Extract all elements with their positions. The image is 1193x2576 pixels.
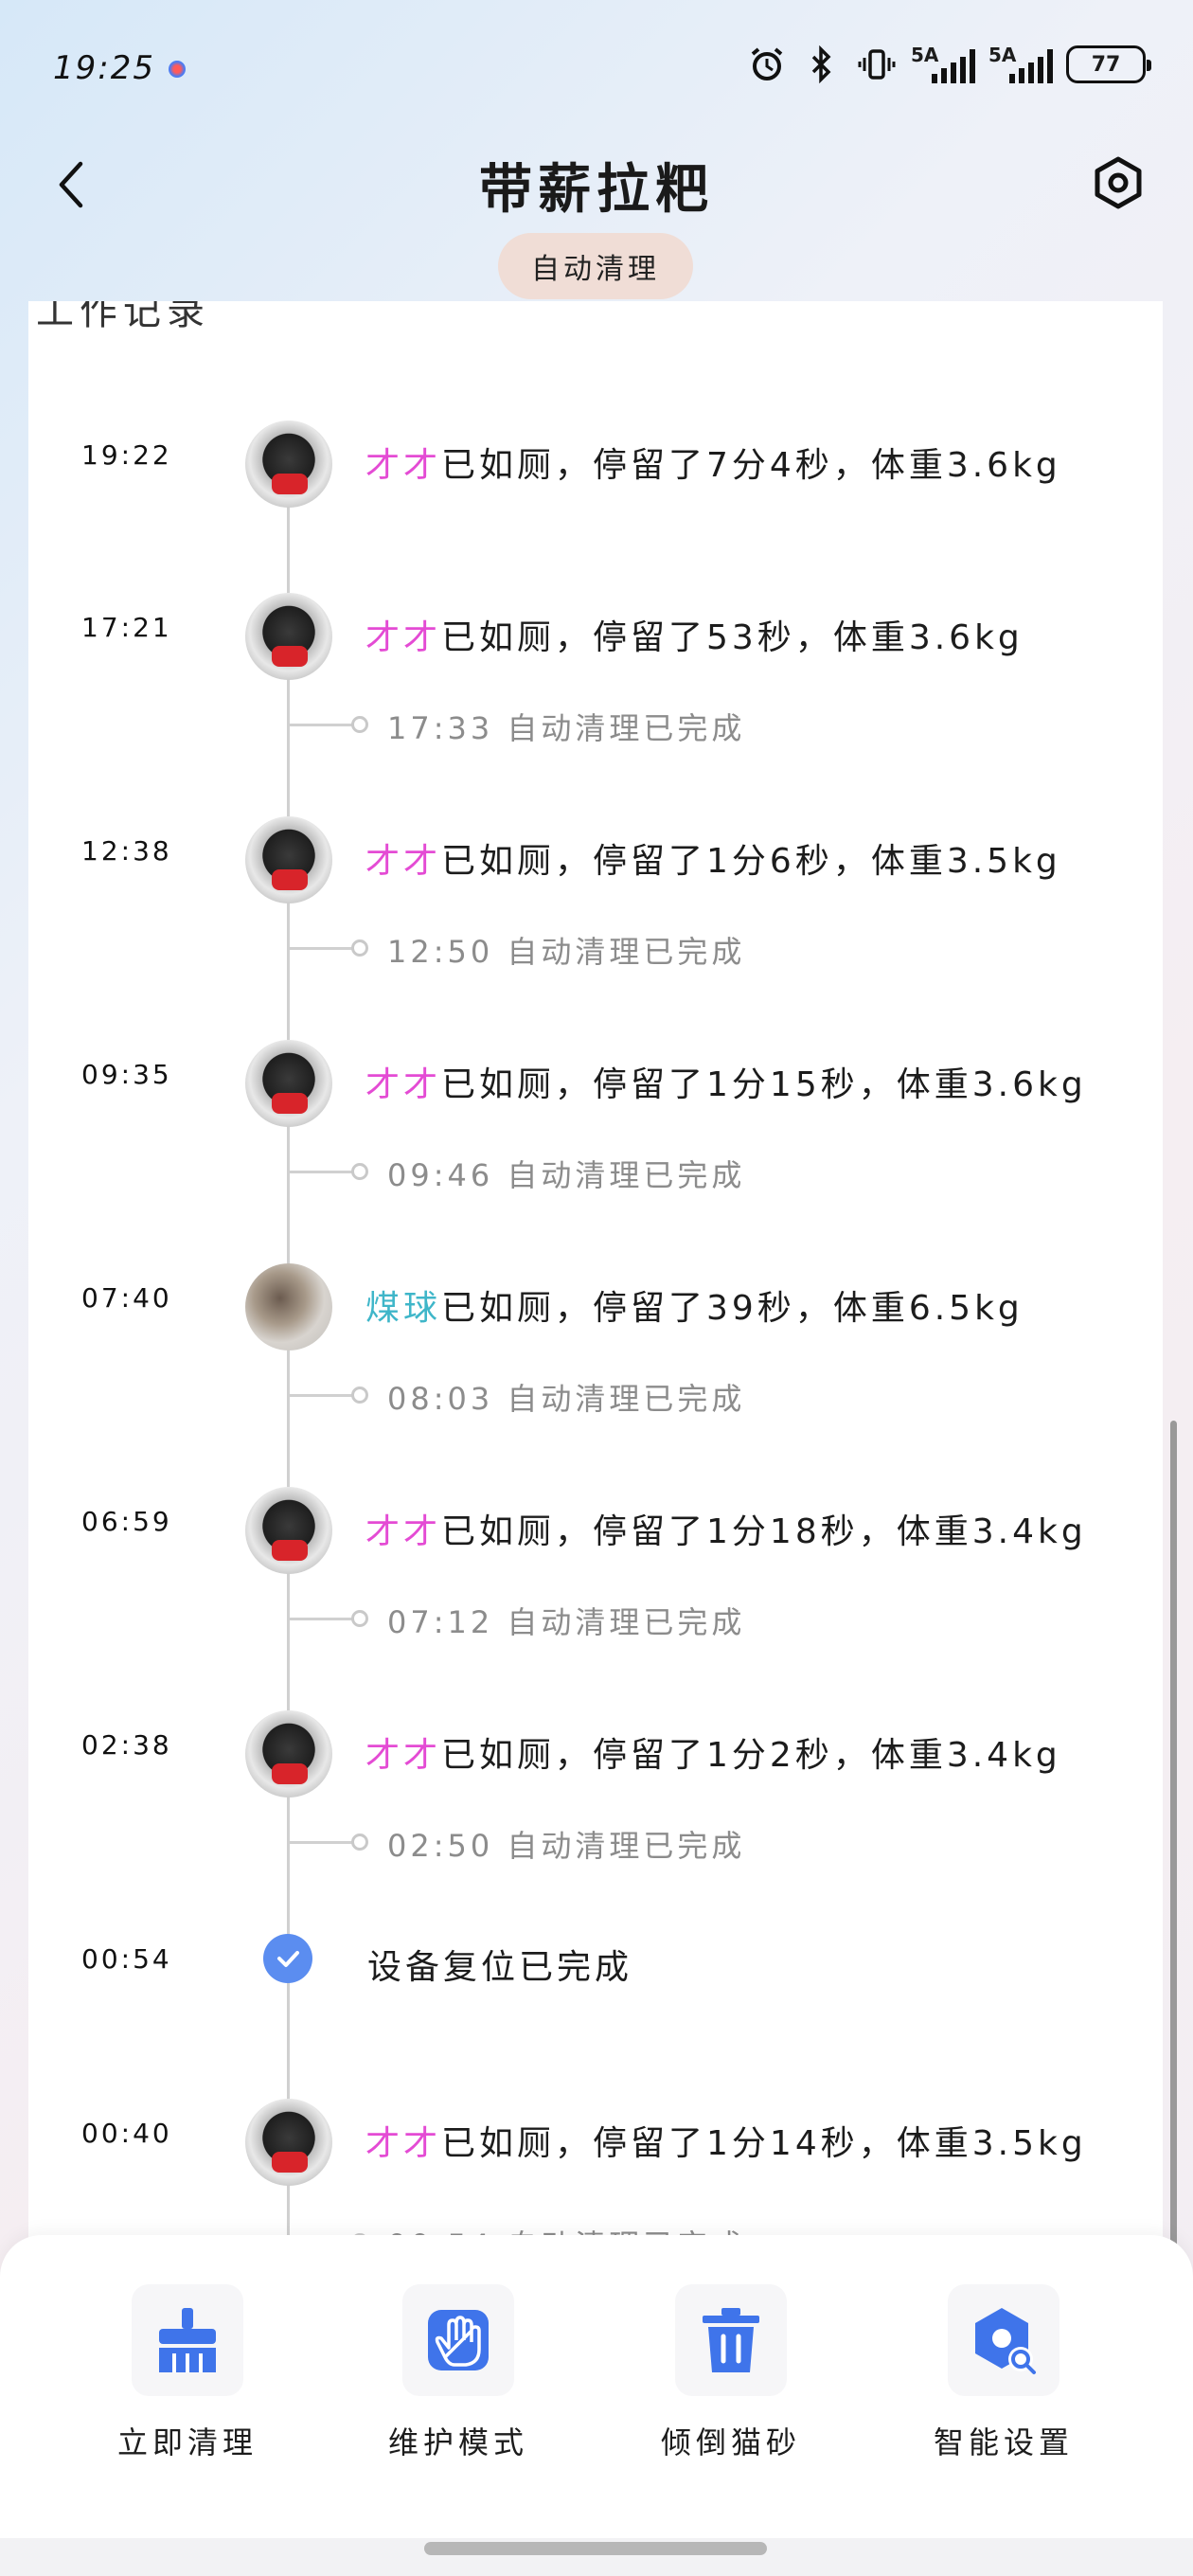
action-label: 立即清理 xyxy=(116,2424,258,2460)
signal-1-icon: 5A xyxy=(911,44,975,85)
cat-name[interactable]: 才才 xyxy=(365,618,441,657)
hand-icon xyxy=(402,2284,514,2396)
event-description: 已如厕，停留了1分18秒，体重3.4kg xyxy=(441,1512,1087,1551)
action-panel: 立即清理 维护模式 倾倒猫砂 智能设置 xyxy=(0,2235,1193,2576)
cat-name[interactable]: 才才 xyxy=(365,1512,441,1551)
timeline-line xyxy=(287,443,290,2290)
event-description: 已如厕，停留了1分6秒，体重3.5kg xyxy=(441,842,1061,881)
event-time: 00:54 xyxy=(81,1943,172,1975)
event-text: 才才已如厕，停留了53秒，体重3.6kg xyxy=(365,610,1024,659)
settings-button[interactable] xyxy=(1085,150,1151,216)
bluetooth-icon xyxy=(801,44,843,85)
empty-litter-button[interactable]: 倾倒猫砂 xyxy=(617,2284,845,2493)
event-time: 06:59 xyxy=(81,1506,172,1537)
event-text: 才才已如厕，停留了7分4秒，体重3.6kg xyxy=(365,438,1061,487)
event-time: 12:38 xyxy=(81,835,172,867)
hexagon-settings-icon xyxy=(1095,156,1142,209)
circle-icon xyxy=(351,1834,368,1851)
action-label: 维护模式 xyxy=(387,2424,528,2460)
event-time: 02:38 xyxy=(81,1729,172,1761)
event-time: 09:35 xyxy=(81,1059,172,1090)
event-text: 煤球已如厕，停留了39秒，体重6.5kg xyxy=(365,1280,1024,1330)
cat-avatar xyxy=(245,1040,332,1127)
event-time: 17:21 xyxy=(81,612,172,643)
page-title: 带薪拉粑 xyxy=(479,159,714,221)
clean-text: 12:50 自动清理已完成 xyxy=(387,934,746,970)
event-text: 才才已如厕，停留了1分15秒，体重3.6kg xyxy=(365,1057,1087,1106)
cat-avatar xyxy=(245,2099,332,2186)
status-time: 19:25 xyxy=(53,49,155,87)
circle-icon xyxy=(351,1163,368,1180)
cat-avatar xyxy=(245,816,332,903)
clean-text: 02:50 自动清理已完成 xyxy=(387,1828,746,1864)
alarm-icon xyxy=(746,44,788,85)
clean-text: 09:46 自动清理已完成 xyxy=(387,1157,746,1193)
home-indicator[interactable] xyxy=(424,2542,767,2555)
event-description: 已如厕，停留了1分2秒，体重3.4kg xyxy=(441,1736,1061,1775)
cat-avatar xyxy=(245,593,332,680)
cat-name[interactable]: 才才 xyxy=(365,446,441,485)
cat-name[interactable]: 煤球 xyxy=(365,1289,441,1328)
cat-name[interactable]: 才才 xyxy=(365,2124,441,2163)
smart-settings-icon xyxy=(948,2284,1059,2396)
smart-settings-button[interactable]: 智能设置 xyxy=(890,2284,1117,2493)
branch-line xyxy=(289,1394,353,1397)
cat-avatar xyxy=(245,1710,332,1798)
event-text: 才才已如厕，停留了1分2秒，体重3.4kg xyxy=(365,1727,1061,1777)
event-description: 已如厕，停留了7分4秒，体重3.6kg xyxy=(441,446,1061,485)
event-description: 已如厕，停留了1分15秒，体重3.6kg xyxy=(441,1065,1087,1104)
status-bar: 19:25 5A 5A 77 xyxy=(0,0,1193,142)
branch-line xyxy=(289,947,353,950)
event-time: 19:22 xyxy=(81,439,172,471)
notification-icon xyxy=(169,61,186,78)
clean-now-button[interactable]: 立即清理 xyxy=(74,2284,301,2493)
branch-line xyxy=(289,1171,353,1173)
broom-icon xyxy=(132,2284,243,2396)
event-text: 才才已如厕，停留了1分6秒，体重3.5kg xyxy=(365,833,1061,883)
branch-line xyxy=(289,1618,353,1620)
cat-avatar xyxy=(245,420,332,508)
maintenance-mode-button[interactable]: 维护模式 xyxy=(345,2284,572,2493)
action-label: 智能设置 xyxy=(933,2424,1074,2460)
battery-indicator: 77 xyxy=(1066,45,1151,83)
circle-icon xyxy=(351,939,368,957)
device-event-text: 设备复位已完成 xyxy=(367,1948,633,1987)
event-time: 00:40 xyxy=(81,2118,172,2149)
cat-name[interactable]: 才才 xyxy=(365,842,441,881)
circle-icon xyxy=(351,1386,368,1404)
section-title: 工作记录 xyxy=(36,301,210,333)
work-record-card: 工作记录 19:22 才才已如厕，停留了7分4秒，体重3.6kg 17:21 才… xyxy=(28,301,1163,2290)
branch-line xyxy=(289,1841,353,1844)
clean-text: 17:33 自动清理已完成 xyxy=(387,710,746,746)
event-description: 已如厕，停留了53秒，体重3.6kg xyxy=(441,618,1024,657)
event-text: 才才已如厕，停留了1分18秒，体重3.4kg xyxy=(365,1504,1087,1553)
branch-line xyxy=(289,724,353,726)
event-description: 已如厕，停留了1分14秒，体重3.5kg xyxy=(441,2124,1087,2163)
cat-avatar xyxy=(245,1487,332,1574)
event-time: 07:40 xyxy=(81,1282,172,1314)
vibrate-icon xyxy=(856,44,898,85)
status-icons: 5A 5A 77 xyxy=(746,44,1151,85)
circle-icon xyxy=(351,1610,368,1627)
event-description: 已如厕，停留了39秒，体重6.5kg xyxy=(441,1289,1024,1328)
cat-avatar xyxy=(245,1263,332,1351)
clean-text: 07:12 自动清理已完成 xyxy=(387,1604,746,1640)
cat-name[interactable]: 才才 xyxy=(365,1065,441,1104)
action-label: 倾倒猫砂 xyxy=(660,2424,801,2460)
event-text: 才才已如厕，停留了1分14秒，体重3.5kg xyxy=(365,2116,1087,2165)
clean-text: 08:03 自动清理已完成 xyxy=(387,1381,746,1417)
check-icon xyxy=(263,1934,312,1983)
trash-icon xyxy=(675,2284,787,2396)
signal-2-icon: 5A xyxy=(988,44,1053,85)
cat-name[interactable]: 才才 xyxy=(365,1736,441,1775)
auto-clean-tag[interactable]: 自动清理 xyxy=(498,233,693,299)
scrollbar[interactable] xyxy=(1170,1421,1177,2254)
circle-icon xyxy=(351,716,368,733)
